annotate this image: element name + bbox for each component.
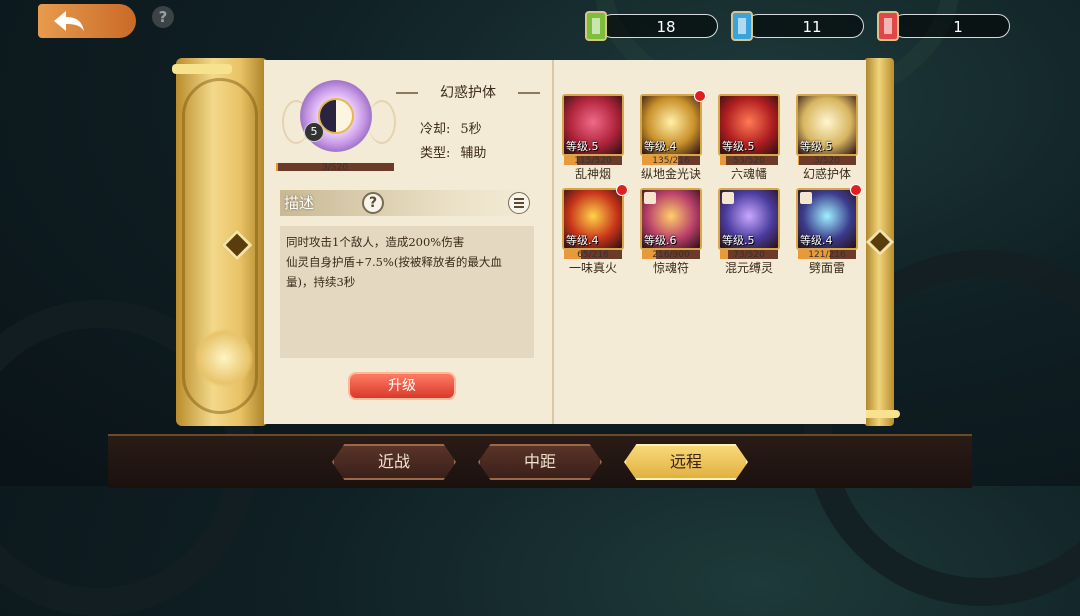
description-box: 同时攻击1个敌人，造成200%伤害 仙灵自身护盾+7.5%(按被释放者的最大血 … bbox=[280, 226, 534, 358]
blue-scroll-icon bbox=[731, 11, 753, 41]
description-line: 仙灵自身护盾+7.5%(按被释放者的最大血 bbox=[286, 255, 502, 269]
skill-corner-icon bbox=[644, 192, 656, 204]
currency-green-value: 18 bbox=[656, 18, 676, 36]
skill-level: 等级.5 bbox=[566, 140, 599, 153]
skill-corner-icon bbox=[722, 192, 734, 204]
skill-level: 等级.5 bbox=[800, 140, 833, 153]
selected-skill-level-badge: 5 bbox=[304, 122, 324, 142]
skill-name: 混元缚灵 bbox=[724, 261, 773, 275]
skill-name: 劈面雷 bbox=[808, 261, 845, 275]
currency-red-value: 1 bbox=[953, 18, 963, 36]
description-title: 描述 bbox=[284, 194, 315, 212]
description-help-button[interactable]: ? bbox=[362, 192, 384, 214]
skill-level: 等级.6 bbox=[644, 234, 677, 247]
description-line: 量)，持续3秒 bbox=[286, 275, 356, 289]
notification-dot-icon bbox=[694, 90, 706, 102]
description-header bbox=[280, 190, 534, 216]
green-scroll-icon bbox=[585, 11, 607, 41]
selected-skill-progress-text: 3/520 bbox=[322, 163, 348, 173]
back-button[interactable] bbox=[38, 4, 136, 38]
skill-level: 等级.4 bbox=[800, 234, 833, 247]
red-scroll-icon bbox=[877, 11, 899, 41]
panel-divider bbox=[552, 60, 554, 424]
skill-level: 等级.4 bbox=[644, 140, 677, 153]
currency-blue: 11 bbox=[731, 11, 864, 41]
scroll-rod-left bbox=[172, 58, 268, 426]
antler-ornament-right bbox=[368, 100, 396, 144]
tab-mid-range[interactable]: 中距 bbox=[478, 444, 602, 480]
back-arrow-icon bbox=[54, 11, 84, 31]
tab-melee[interactable]: 近战 bbox=[332, 444, 456, 480]
skill-card[interactable]: 等级.5 3/520 幻惑护体 bbox=[796, 94, 858, 181]
cooldown-stat: 冷却: 5秒 bbox=[420, 118, 482, 137]
upgrade-button[interactable]: 升级 bbox=[348, 372, 456, 400]
skill-name: 惊魂符 bbox=[652, 261, 689, 275]
skill-name: 幻惑护体 bbox=[802, 167, 851, 181]
currency-blue-value: 11 bbox=[802, 18, 822, 36]
skill-card[interactable]: 等级.4 65/216 一味真火 bbox=[562, 184, 628, 275]
list-icon[interactable] bbox=[508, 192, 530, 214]
skill-name: 一味真火 bbox=[568, 261, 617, 275]
skill-card[interactable]: 等级.5 53/520 六魂幡 bbox=[718, 94, 780, 181]
cooldown-label: 冷却: bbox=[420, 122, 451, 137]
type-label: 类型: bbox=[420, 146, 451, 161]
skill-card[interactable]: 等级.5 73/520 混元缚灵 bbox=[718, 188, 780, 275]
help-icon[interactable]: ? bbox=[152, 6, 174, 28]
notification-dot-icon bbox=[850, 184, 862, 196]
skill-level: 等级.5 bbox=[722, 234, 755, 247]
skill-name: 乱神烟 bbox=[574, 167, 611, 181]
currency-red: 1 bbox=[877, 11, 1010, 41]
currency-green: 18 bbox=[585, 11, 718, 41]
skill-card[interactable]: 等级.4 121/216 劈面雷 bbox=[796, 184, 862, 275]
type-stat: 类型: 辅助 bbox=[420, 142, 486, 161]
description-line: 同时攻击1个敌人，造成200%伤害 bbox=[286, 235, 465, 249]
skill-level: 等级.5 bbox=[722, 140, 755, 153]
skill-name: 六魂幡 bbox=[730, 167, 767, 181]
notification-dot-icon bbox=[616, 184, 628, 196]
skill-card[interactable]: 等级.6 216/900 惊魂符 bbox=[640, 188, 702, 275]
skill-card[interactable]: 等级.5 115/520 乱神烟 bbox=[562, 94, 624, 181]
tab-ranged[interactable]: 远程 bbox=[624, 444, 748, 480]
skill-card[interactable]: 等级.4 135/216 纵地金光诀 bbox=[640, 90, 706, 181]
skill-name: 纵地金光诀 bbox=[640, 167, 701, 181]
cooldown-value: 5秒 bbox=[460, 122, 482, 137]
skill-level: 等级.4 bbox=[566, 234, 599, 247]
selected-skill-name: 幻惑护体 bbox=[396, 82, 540, 104]
scroll-rod-right bbox=[852, 58, 900, 426]
skill-corner-icon bbox=[800, 192, 812, 204]
type-value: 辅助 bbox=[460, 146, 487, 161]
